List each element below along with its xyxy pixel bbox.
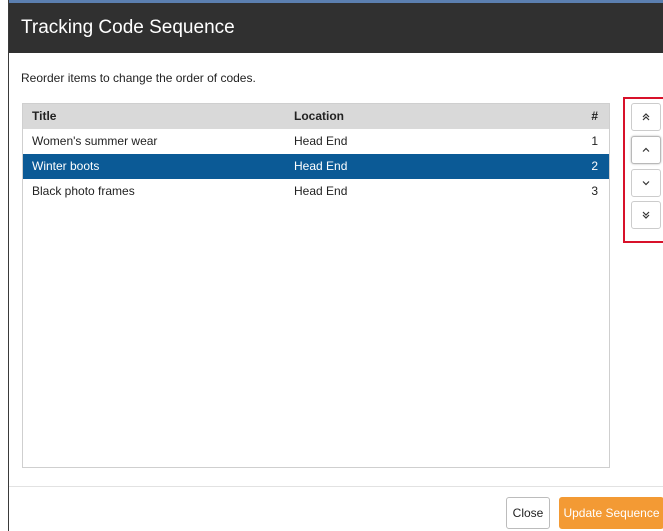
column-header-number[interactable]: # <box>591 104 598 129</box>
row-number: 1 <box>591 134 598 148</box>
row-title: Winter boots <box>32 159 100 173</box>
close-button[interactable]: Close <box>506 497 550 529</box>
row-location: Head End <box>294 159 348 173</box>
list-row[interactable]: Women's summer wear Head End 1 <box>23 129 609 154</box>
list-header: Title Location # <box>23 104 609 129</box>
list-row-selected[interactable]: Winter boots Head End 2 <box>23 154 609 179</box>
move-up-button[interactable] <box>631 136 661 164</box>
chevron-up-icon <box>641 145 651 155</box>
tracking-code-sequence-dialog: Tracking Code Sequence Reorder items to … <box>8 0 663 531</box>
dialog-title: Tracking Code Sequence <box>21 17 235 38</box>
column-header-title[interactable]: Title <box>32 104 56 129</box>
row-number: 3 <box>591 184 598 198</box>
update-sequence-button[interactable]: Update Sequence <box>559 497 663 529</box>
double-chevron-down-icon <box>641 210 651 220</box>
dialog-header: Tracking Code Sequence <box>9 0 663 53</box>
row-number: 2 <box>591 159 598 173</box>
row-title: Black photo frames <box>32 184 135 198</box>
sequence-list: Title Location # Women's summer wear Hea… <box>22 103 610 468</box>
double-chevron-up-icon <box>641 112 651 122</box>
row-title: Women's summer wear <box>32 134 158 148</box>
footer-divider <box>9 486 663 487</box>
move-down-button[interactable] <box>631 169 661 197</box>
column-header-location[interactable]: Location <box>294 104 344 129</box>
instructions-text: Reorder items to change the order of cod… <box>21 71 256 85</box>
list-row[interactable]: Black photo frames Head End 3 <box>23 179 609 204</box>
row-location: Head End <box>294 134 348 148</box>
move-to-top-button[interactable] <box>631 103 661 131</box>
chevron-down-icon <box>641 178 651 188</box>
row-location: Head End <box>294 184 348 198</box>
move-to-bottom-button[interactable] <box>631 201 661 229</box>
